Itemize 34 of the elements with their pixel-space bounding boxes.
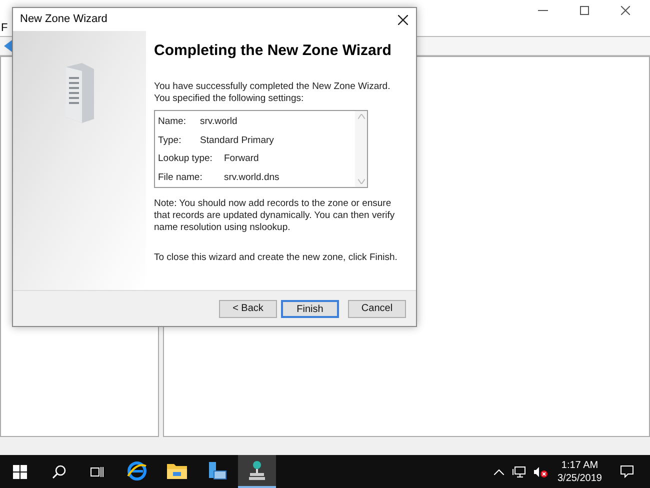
chevron-up-icon[interactable] (494, 468, 504, 474)
back-arrow-icon[interactable] (4, 40, 14, 52)
dialog-button[interactable]: < Back (219, 300, 277, 318)
close-icon[interactable] (398, 14, 408, 24)
window-title: New Zone Wizard (20, 12, 108, 28)
wizard-heading: Completing the New Zone Wizard (154, 41, 392, 61)
setting-value: Standard Primary (200, 134, 274, 147)
setting-value: srv.world (200, 116, 238, 128)
note-text: Note: You should now add records to the zone or ensure that records are updated dynamically. You can then verify name resolution using nslookup. (154, 198, 396, 234)
dialog-button[interactable]: Finish (281, 300, 339, 318)
setting-label: Name: (158, 116, 187, 128)
setting-label: Lookup type: (158, 153, 214, 166)
browser-e-icon (126, 460, 148, 482)
setting-value: srv.world.dns (224, 172, 280, 184)
instruction-text: To close this wizard and create the new zone, click Finish. (154, 252, 398, 264)
muted-speaker-icon[interactable] (534, 466, 548, 478)
task-view-icon[interactable] (90, 466, 104, 478)
windows-logo-icon[interactable] (13, 464, 27, 478)
dialog-button[interactable]: Cancel (348, 300, 406, 318)
taskbar-app[interactable] (238, 455, 276, 488)
menu-item[interactable]: F (1, 20, 8, 36)
close-icon[interactable] (621, 6, 630, 14)
search-icon[interactable] (52, 464, 66, 478)
intro-text: You have successfully completed the New Zone Wizard. You specified the following settings: (154, 81, 392, 105)
notification-icon[interactable] (620, 465, 634, 478)
network-icon[interactable] (512, 466, 526, 478)
setting-label: Type: (158, 134, 182, 147)
server-manager-icon (206, 460, 228, 482)
setting-value: Forward (224, 153, 259, 166)
setting-label: File name: (158, 172, 204, 184)
clock-date[interactable]: 3/25/2019 (558, 472, 602, 484)
network-tree-icon (246, 460, 268, 482)
clock-time[interactable]: 1:17 AM (561, 458, 598, 472)
restore-button[interactable] (580, 6, 589, 14)
